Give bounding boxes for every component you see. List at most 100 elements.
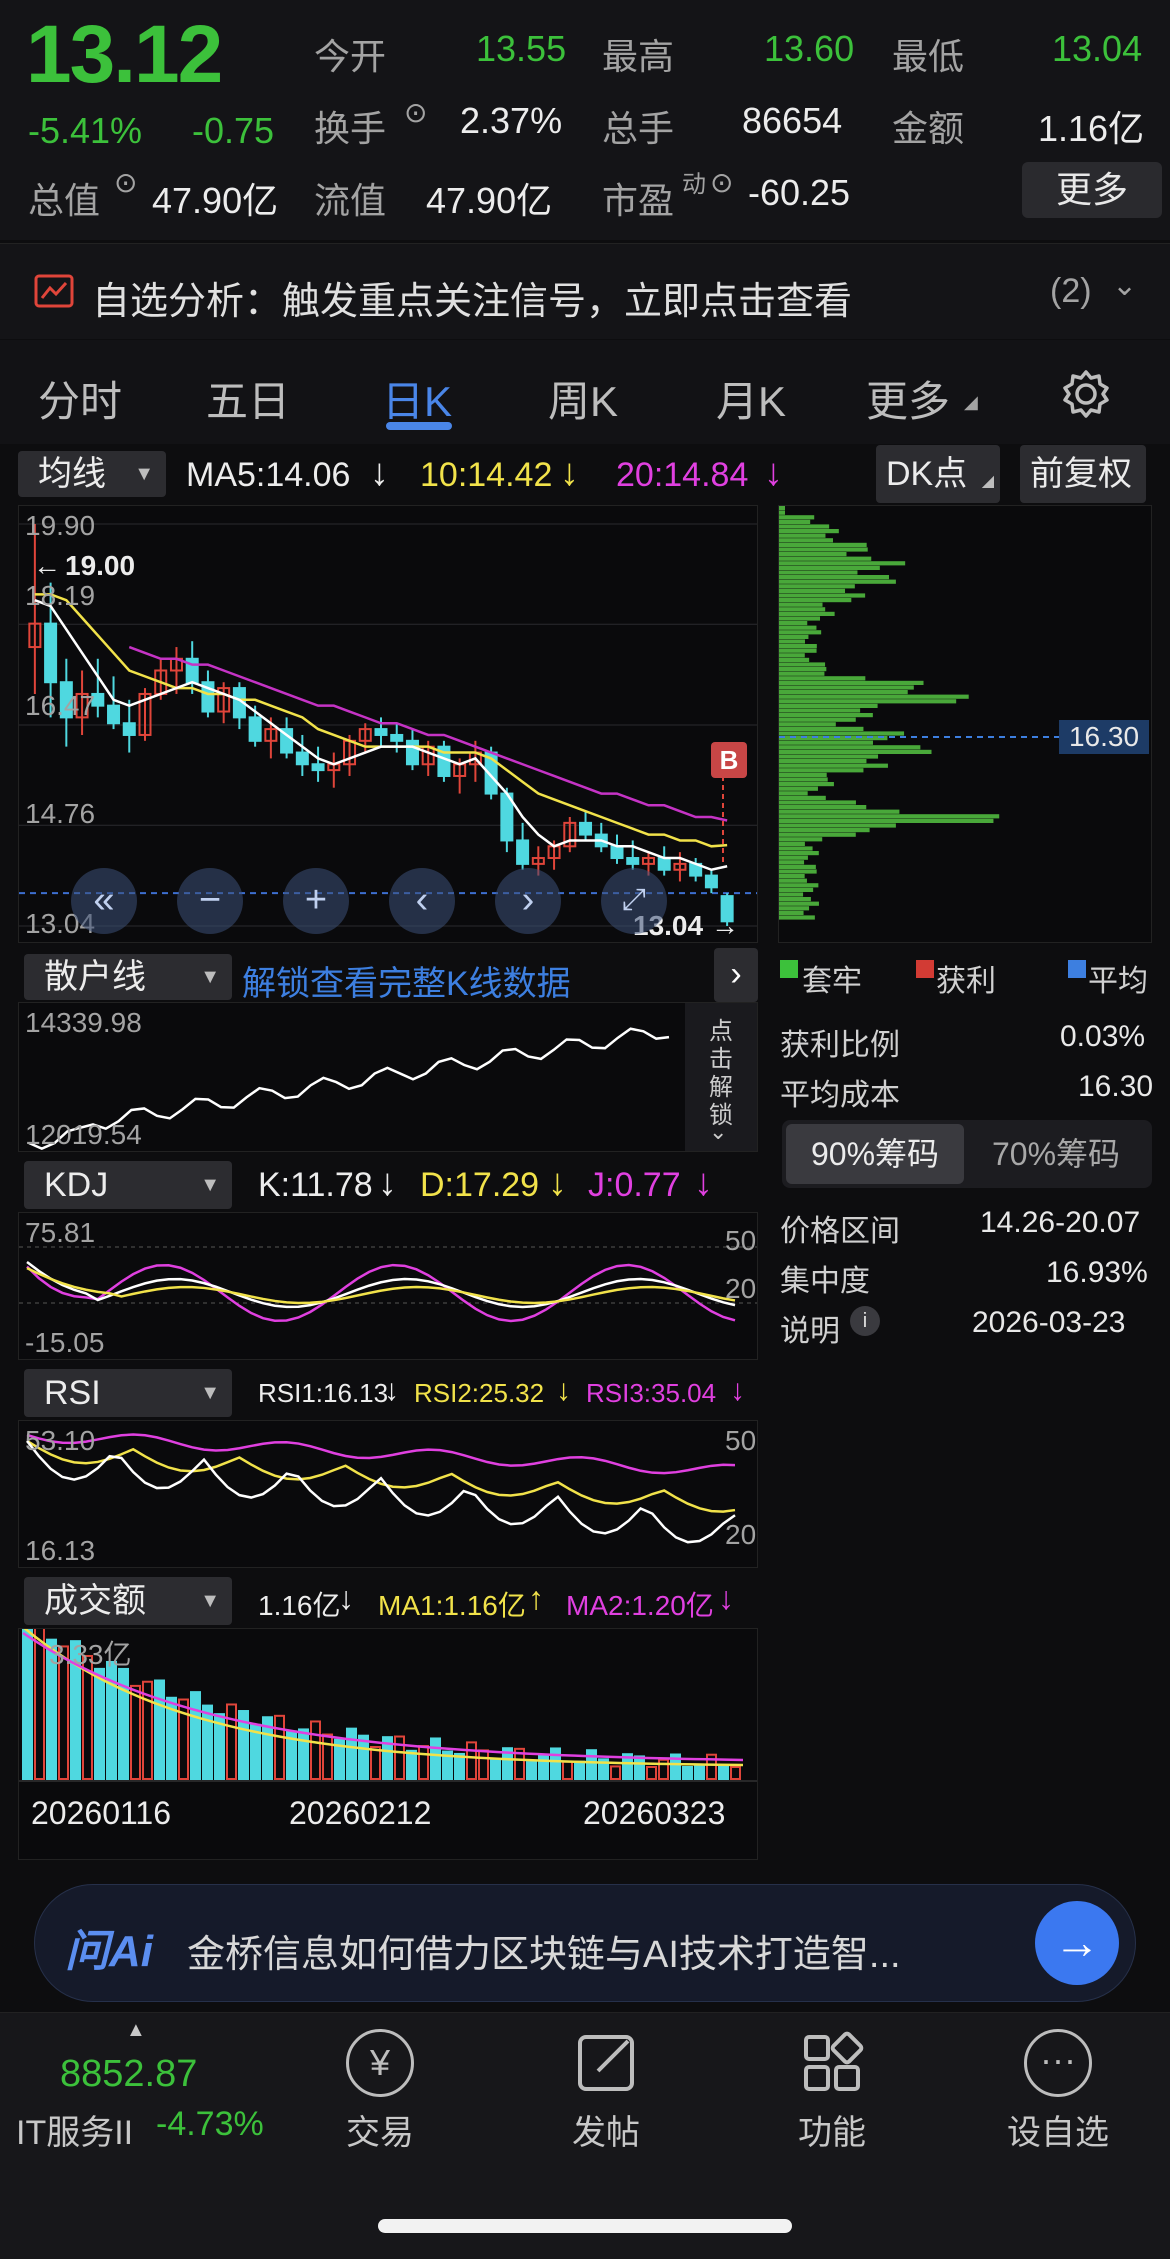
candle-body <box>311 763 325 772</box>
chevron-right-icon[interactable]: › <box>714 948 758 1002</box>
tab-daily-k[interactable]: 日K <box>382 368 452 429</box>
chevron-down-icon: ⌄ <box>709 1119 728 1144</box>
volume-bar <box>718 1763 729 1780</box>
volume-bar <box>550 1747 561 1780</box>
tab-five-day[interactable]: 五日 <box>206 368 290 429</box>
rsi-selector-label: RSI <box>44 1374 101 1412</box>
chip-distribution[interactable]: 16.30 <box>778 505 1152 943</box>
tab-intraday[interactable]: 分时 <box>38 368 122 429</box>
rsi-selector[interactable]: RSI ▼ <box>24 1369 232 1417</box>
chip-bar <box>779 713 873 718</box>
volume-bar <box>274 1714 285 1780</box>
alert-text: 自选分析：触发重点关注信号，立即点击查看 <box>92 281 853 323</box>
chip-bar <box>779 791 808 796</box>
dk-point-button[interactable]: DK点 ◢ <box>876 445 1000 503</box>
gear-icon[interactable] <box>1060 368 1112 420</box>
signal-alert[interactable]: 自选分析：触发重点关注信号，立即点击查看 (2) ⌄ <box>0 243 1170 339</box>
expand-icon[interactable]: ⤢ <box>601 868 667 934</box>
legend-average-swatch <box>1068 960 1086 978</box>
nav-add-watchlist[interactable]: 设自选 <box>988 2105 1128 2154</box>
chip-bar <box>779 703 878 708</box>
chip-bar <box>779 529 839 534</box>
chip-70-tab[interactable]: 70%筹码 <box>966 1124 1146 1184</box>
buy-mark[interactable]: B <box>711 742 747 778</box>
info-icon[interactable]: ⊙ <box>114 166 137 199</box>
scroll-left-fast-icon[interactable]: « <box>71 868 137 934</box>
nav-function[interactable]: 功能 <box>762 2105 902 2154</box>
legend-trapped-swatch <box>780 960 798 978</box>
zoom-out-icon[interactable]: − <box>177 868 243 934</box>
candle-body <box>44 622 58 684</box>
chip-bar <box>779 579 896 584</box>
chip-90-tab[interactable]: 90%筹码 <box>786 1124 964 1184</box>
info-icon[interactable]: ⊙ <box>710 166 733 199</box>
chip-bar <box>779 782 834 787</box>
tab-weekly-k[interactable]: 周K <box>548 368 618 429</box>
dk-point-label: DK点 <box>886 455 968 493</box>
kdj-selector[interactable]: KDJ ▼ <box>24 1161 232 1209</box>
index-value[interactable]: 8852.87 <box>60 2053 197 2096</box>
chip-bar <box>779 837 823 842</box>
avg-cost-label: 平均成本 <box>780 1079 900 1112</box>
unlock-side-button[interactable]: 点 击 解 锁 ⌄ <box>685 1003 757 1151</box>
volume-selector[interactable]: 成交额 ▼ <box>24 1577 232 1625</box>
volume-bar <box>34 1629 45 1781</box>
app-root: 13.12 -5.41% -0.75 今开 13.55 最高 13.60 最低 … <box>0 0 1170 2259</box>
chip-bar <box>779 786 818 791</box>
trade-icon[interactable]: ¥ <box>346 2029 414 2097</box>
chip-bar <box>779 694 969 699</box>
chip-bar <box>779 625 817 630</box>
rsi-axis-bottom: 16.13 <box>25 1535 96 1566</box>
max-arrow-icon: ← <box>33 550 61 581</box>
ai-question-bar[interactable]: 问Ai 金桥信息如何借力区块链与AI技术打造智... → <box>34 1884 1136 2002</box>
change-amount: -0.75 <box>192 110 275 151</box>
volume-bar <box>574 1760 585 1781</box>
nav-post[interactable]: 发帖 <box>536 2105 676 2154</box>
chip-bar <box>779 897 811 902</box>
zoom-in-icon[interactable]: + <box>283 868 349 934</box>
open-label: 今开 <box>314 36 387 77</box>
chip-bar <box>779 552 847 557</box>
chip-bar <box>779 671 825 676</box>
info-icon[interactable]: ⊙ <box>404 96 427 129</box>
ma20-line <box>128 645 728 822</box>
post-icon[interactable] <box>572 2027 644 2099</box>
function-icon[interactable] <box>796 2027 868 2099</box>
arrow-right-icon[interactable]: → <box>1035 1901 1119 1985</box>
retail-selector[interactable]: 散户线 ▼ <box>24 954 232 1000</box>
corner-caret-icon: ◢ <box>981 473 994 490</box>
index-name[interactable]: IT服务II <box>16 2105 133 2154</box>
scroll-right-icon[interactable]: › <box>495 868 561 934</box>
chip-bar <box>779 662 826 667</box>
candle-body <box>248 716 262 742</box>
profit-ratio-value: 0.03% <box>1060 1020 1146 1053</box>
volume-bar <box>322 1733 333 1781</box>
chip-bar <box>779 759 867 764</box>
arrow-down-icon: ↓ <box>730 1374 745 1407</box>
chip-bar <box>779 575 890 580</box>
high-value: 13.60 <box>764 28 855 69</box>
nav-trade[interactable]: 交易 <box>310 2105 450 2154</box>
volume-ma2: MA2:1.20亿 <box>566 1590 714 1621</box>
min-arrow-icon: → <box>711 910 739 941</box>
chip-bar <box>779 805 867 810</box>
chip-bar <box>779 800 856 805</box>
ma-selector[interactable]: 均线 ▼ <box>18 451 166 497</box>
unlock-link[interactable]: 解锁查看完整K线数据 <box>242 956 571 1005</box>
rsi-panel: 53.10 16.13 50 20 <box>18 1420 758 1568</box>
chip-bar <box>779 745 921 750</box>
tab-monthly-k[interactable]: 月K <box>716 368 786 429</box>
volume-bar <box>418 1745 429 1780</box>
chip-bar <box>779 841 805 846</box>
kline-panel[interactable]: 19.90 18.19 16.47 14.76 13.04 ← 19.00 13… <box>18 505 758 943</box>
add-watchlist-icon[interactable]: ··· <box>1024 2029 1092 2097</box>
more-button[interactable]: 更多 <box>1022 162 1162 218</box>
scroll-left-icon[interactable]: ‹ <box>389 868 455 934</box>
chip-bar <box>779 754 879 759</box>
tab-more[interactable]: 更多 <box>866 368 950 429</box>
price-axis-4: 14.76 <box>25 798 96 829</box>
rsi1-value: RSI1:16.13 <box>258 1378 389 1408</box>
adjust-button[interactable]: 前复权 <box>1020 445 1146 503</box>
candle-body <box>374 728 388 736</box>
info-icon[interactable]: i <box>850 1306 880 1336</box>
